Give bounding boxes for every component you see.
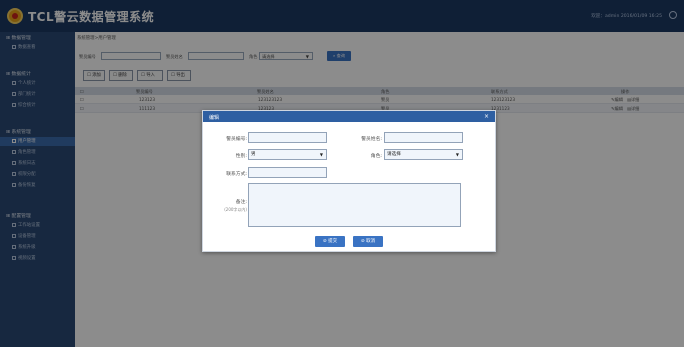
edit-dialog: 编辑 × 警员编号: 警员姓名: 性别: 男 ▼ 角色: 请选择 ▼ 联系方式: 备… <box>202 110 496 252</box>
submit-button[interactable]: ⊘ 提交 <box>315 236 345 247</box>
chevron-down-icon: ▼ <box>319 152 323 157</box>
chevron-down-icon: ▼ <box>455 152 459 157</box>
remark-textarea[interactable] <box>248 183 461 227</box>
contact-label: 联系方式: <box>226 172 247 177</box>
officer-name-input[interactable] <box>384 132 463 143</box>
role-select[interactable]: 请选择 ▼ <box>384 149 463 160</box>
officer-id-input[interactable] <box>248 132 327 143</box>
gender-select[interactable]: 男 ▼ <box>248 149 327 160</box>
cancel-button[interactable]: ⊘ 取消 <box>353 236 383 247</box>
officer-id-label: 警员编号: <box>226 137 247 142</box>
dialog-title: 编辑 <box>209 114 220 121</box>
gender-label: 性别: <box>235 154 247 159</box>
dialog-header: 编辑 × <box>203 111 495 122</box>
remark-label: 备注: <box>235 200 247 205</box>
remark-hint: (200字以内) <box>224 207 247 212</box>
close-icon[interactable]: × <box>484 113 489 120</box>
role-label: 角色: <box>370 154 382 159</box>
contact-input[interactable] <box>248 167 327 178</box>
officer-name-label: 警员姓名: <box>361 137 382 142</box>
